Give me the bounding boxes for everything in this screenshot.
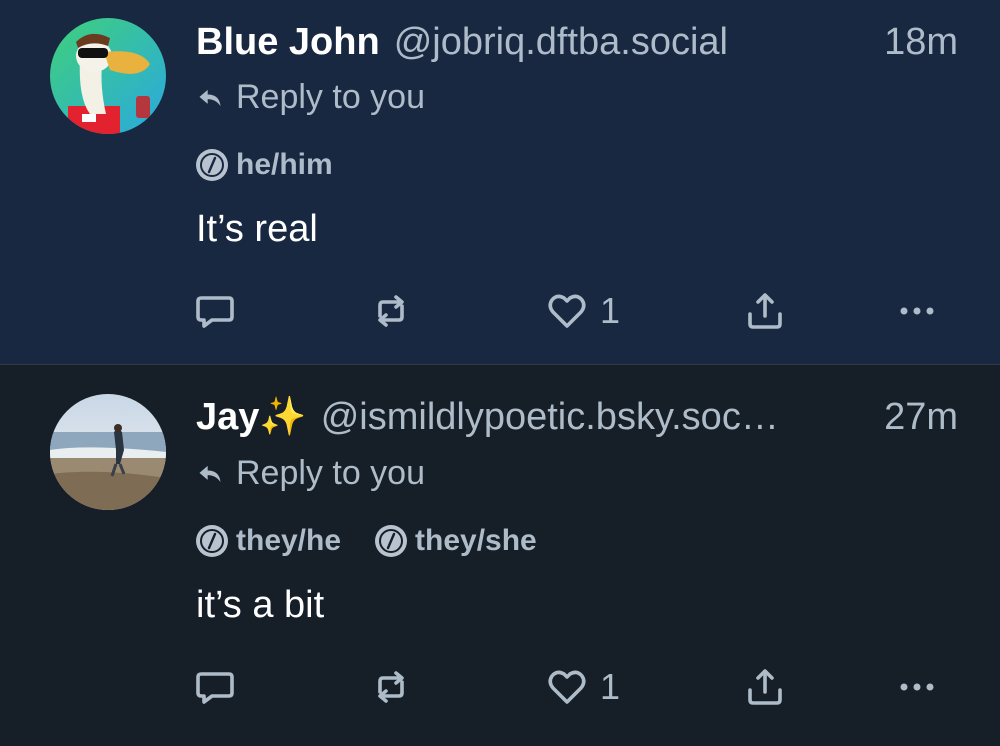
post-item[interactable]: Jay✨ @ismildlypoetic.bsky.soc… 27m Reply… — [0, 364, 1000, 746]
like-count: 1 — [600, 290, 621, 331]
reply-button[interactable] — [192, 664, 238, 710]
more-icon — [900, 683, 934, 691]
heart-icon — [548, 294, 586, 328]
pronoun-icon — [375, 525, 408, 557]
pronoun-icon — [196, 149, 228, 181]
pronoun-label: he/him — [236, 148, 333, 181]
pronoun-badge: they/she — [375, 524, 537, 558]
pelican-avatar-icon — [50, 18, 166, 134]
reply-label: Reply to you — [236, 454, 425, 492]
post-item[interactable]: Blue John @jobriq.dftba.social 18m Reply… — [0, 0, 1000, 364]
like-button[interactable]: 1 — [544, 664, 620, 710]
share-button[interactable] — [742, 664, 788, 710]
comment-icon — [196, 672, 234, 704]
share-icon — [748, 669, 782, 705]
post-text: It’s real — [196, 208, 318, 250]
repost-button[interactable] — [368, 664, 414, 710]
reply-button[interactable] — [192, 288, 238, 334]
pronoun-label: they/he — [236, 524, 342, 557]
reply-indicator: Reply to you — [196, 78, 425, 117]
avatar[interactable] — [50, 394, 166, 510]
author-handle[interactable]: @jobriq.dftba.social — [394, 18, 870, 66]
more-options-button[interactable] — [894, 288, 940, 334]
repost-button[interactable] — [368, 288, 414, 334]
pronoun-badge: they/he — [196, 524, 341, 558]
repost-icon — [378, 295, 404, 327]
like-button[interactable]: 1 — [544, 288, 620, 334]
pronoun-list: he/him — [196, 148, 333, 182]
reply-indicator: Reply to you — [196, 454, 425, 493]
post-time[interactable]: 27m — [884, 393, 958, 441]
comment-icon — [196, 296, 234, 328]
repost-icon — [378, 671, 404, 703]
share-button[interactable] — [742, 288, 788, 334]
post-time[interactable]: 18m — [884, 18, 958, 66]
like-count: 1 — [600, 666, 621, 707]
post-text: it’s a bit — [196, 584, 325, 626]
pronoun-icon — [196, 525, 228, 557]
post-actions: 1 — [192, 664, 952, 710]
avatar[interactable] — [50, 18, 166, 134]
reply-arrow-icon — [199, 465, 221, 482]
author-name[interactable]: Blue John — [196, 18, 380, 66]
post-actions: 1 — [192, 288, 952, 334]
beach-photo-avatar-icon — [50, 394, 166, 510]
pronoun-list: they/he they/she — [196, 524, 537, 558]
author-handle[interactable]: @ismildlypoetic.bsky.soc… — [321, 393, 870, 441]
reply-arrow-icon — [199, 89, 221, 106]
author-name[interactable]: Jay✨ — [196, 393, 307, 441]
pronoun-badge: he/him — [196, 148, 333, 182]
pronoun-label: they/she — [415, 524, 537, 557]
reply-label: Reply to you — [236, 78, 425, 116]
heart-icon — [548, 670, 586, 704]
more-icon — [900, 307, 934, 315]
more-options-button[interactable] — [894, 664, 940, 710]
share-icon — [748, 293, 782, 329]
